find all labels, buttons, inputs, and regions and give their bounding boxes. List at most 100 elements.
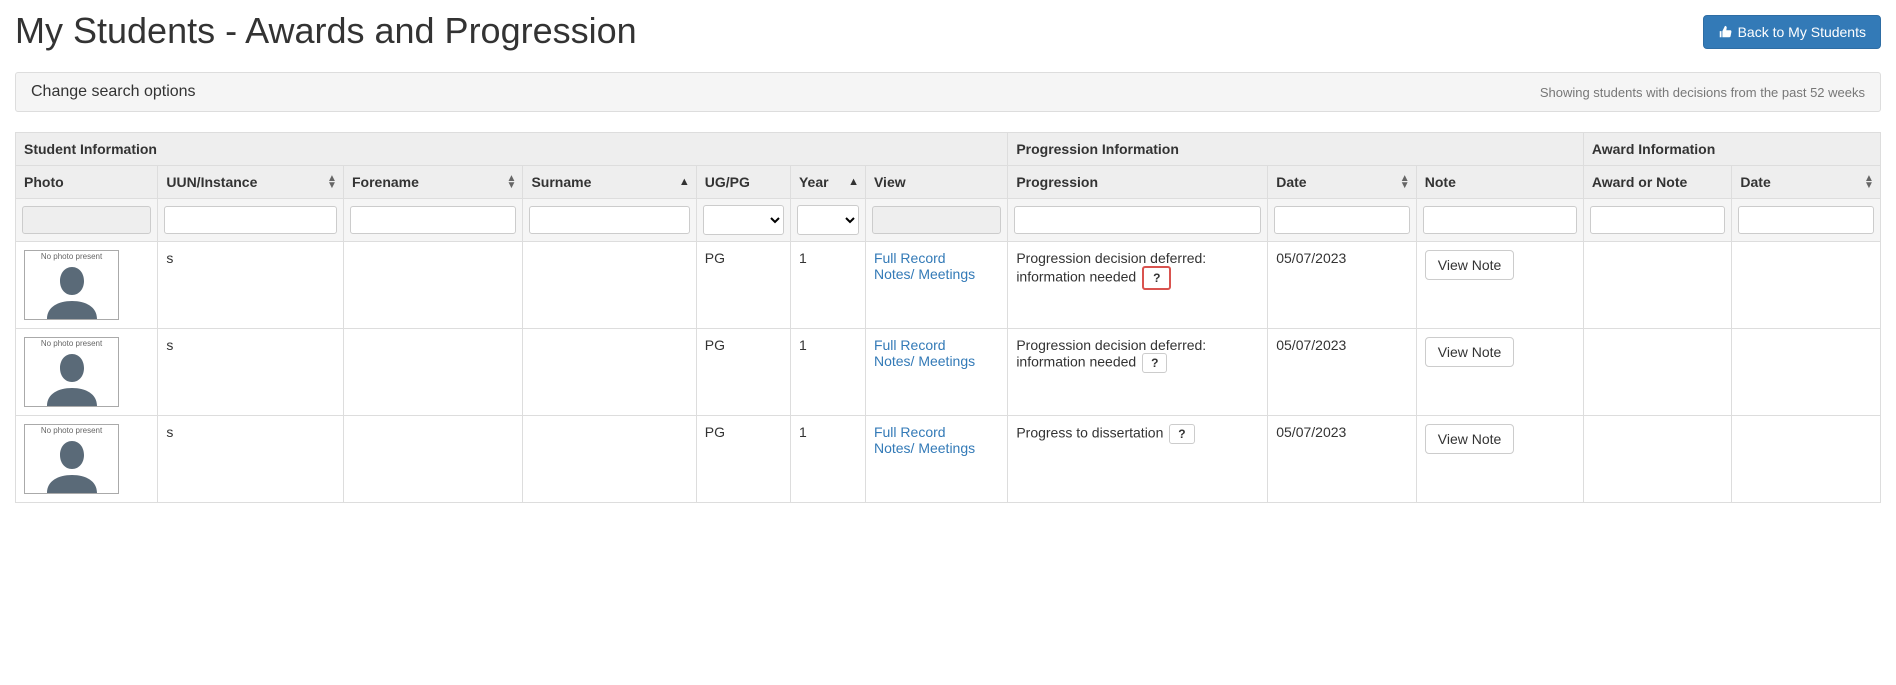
filter-award[interactable] (1590, 206, 1726, 234)
progression-cell: Progression decision deferred: informati… (1008, 329, 1268, 416)
notes-meetings-link[interactable]: Notes/ Meetings (874, 266, 999, 282)
group-header-award: Award Information (1583, 133, 1880, 166)
students-table: Student Information Progression Informat… (15, 132, 1881, 503)
ugpg-cell: PG (696, 242, 790, 329)
photo-placeholder: No photo present (24, 337, 119, 407)
group-header-progression: Progression Information (1008, 133, 1584, 166)
filter-uun[interactable] (164, 206, 337, 234)
col-header-note[interactable]: Note (1416, 166, 1583, 199)
full-record-link[interactable]: Full Record (874, 250, 999, 266)
silhouette-icon (37, 346, 107, 406)
col-header-view[interactable]: View (865, 166, 1007, 199)
photo-cell: No photo present (16, 242, 158, 329)
notes-meetings-link[interactable]: Notes/ Meetings (874, 440, 999, 456)
status-text: Showing students with decisions from the… (1540, 85, 1865, 100)
full-record-link[interactable]: Full Record (874, 337, 999, 353)
photo-placeholder: No photo present (24, 250, 119, 320)
col-header-date[interactable]: Date ▲▼ (1268, 166, 1417, 199)
silhouette-icon (37, 259, 107, 319)
photo-cell: No photo present (16, 329, 158, 416)
filter-photo (22, 206, 151, 234)
view-note-button[interactable]: View Note (1425, 424, 1515, 454)
page-title: My Students - Awards and Progression (15, 10, 637, 52)
surname-cell (523, 329, 696, 416)
sort-asc-icon: ▲ (848, 176, 859, 188)
view-cell: Full RecordNotes/ Meetings (865, 242, 1007, 329)
note-cell: View Note (1416, 416, 1583, 503)
col-header-year[interactable]: Year ▲ (790, 166, 865, 199)
filter-year[interactable] (797, 205, 859, 235)
back-button-label: Back to My Students (1738, 24, 1866, 40)
ugpg-cell: PG (696, 329, 790, 416)
ugpg-cell: PG (696, 416, 790, 503)
progression-text: Progression decision deferred: informati… (1016, 337, 1206, 370)
date-cell: 05/07/2023 (1268, 242, 1417, 329)
filter-date2[interactable] (1738, 206, 1874, 234)
award-cell (1583, 329, 1732, 416)
note-cell: View Note (1416, 242, 1583, 329)
view-cell: Full RecordNotes/ Meetings (865, 329, 1007, 416)
forename-cell (344, 416, 523, 503)
view-note-button[interactable]: View Note (1425, 250, 1515, 280)
filter-ugpg[interactable] (703, 205, 784, 235)
col-header-forename[interactable]: Forename ▲▼ (344, 166, 523, 199)
year-cell: 1 (790, 329, 865, 416)
filter-surname[interactable] (529, 206, 689, 234)
uun-cell: s (158, 242, 344, 329)
view-cell: Full RecordNotes/ Meetings (865, 416, 1007, 503)
forename-cell (344, 329, 523, 416)
progression-text: Progression decision deferred: informati… (1016, 250, 1206, 285)
progression-cell: Progress to dissertation ? (1008, 416, 1268, 503)
forename-cell (344, 242, 523, 329)
sort-icon: ▲▼ (1864, 175, 1874, 189)
filter-date[interactable] (1274, 206, 1410, 234)
col-header-photo[interactable]: Photo (16, 166, 158, 199)
notes-meetings-link[interactable]: Notes/ Meetings (874, 353, 999, 369)
group-header-student: Student Information (16, 133, 1008, 166)
help-icon[interactable]: ? (1142, 266, 1171, 290)
table-row: No photo presentsPG1Full RecordNotes/ Me… (16, 329, 1881, 416)
surname-cell (523, 416, 696, 503)
col-header-ugpg[interactable]: UG/PG (696, 166, 790, 199)
note-cell: View Note (1416, 329, 1583, 416)
thumbs-up-icon (1718, 25, 1732, 39)
date-cell: 05/07/2023 (1268, 329, 1417, 416)
filter-progression[interactable] (1014, 206, 1261, 234)
uun-cell: s (158, 416, 344, 503)
sort-asc-icon: ▲ (679, 176, 690, 188)
col-header-date2[interactable]: Date ▲▼ (1732, 166, 1881, 199)
surname-cell (523, 242, 696, 329)
progression-text: Progress to dissertation (1016, 425, 1163, 441)
progression-cell: Progression decision deferred: informati… (1008, 242, 1268, 329)
col-header-progression[interactable]: Progression (1008, 166, 1268, 199)
view-note-button[interactable]: View Note (1425, 337, 1515, 367)
help-icon[interactable]: ? (1169, 424, 1194, 444)
date-cell: 05/07/2023 (1268, 416, 1417, 503)
photo-cell: No photo present (16, 416, 158, 503)
filter-view (872, 206, 1001, 234)
full-record-link[interactable]: Full Record (874, 424, 999, 440)
sort-icon: ▲▼ (327, 175, 337, 189)
filter-forename[interactable] (350, 206, 516, 234)
help-icon[interactable]: ? (1142, 353, 1167, 373)
award-cell (1583, 416, 1732, 503)
award-cell (1583, 242, 1732, 329)
date2-cell (1732, 416, 1881, 503)
photo-placeholder: No photo present (24, 424, 119, 494)
table-row: No photo presentsPG1Full RecordNotes/ Me… (16, 416, 1881, 503)
filter-note[interactable] (1423, 206, 1577, 234)
back-to-students-button[interactable]: Back to My Students (1703, 15, 1881, 49)
search-options-bar: Change search options Showing students w… (15, 72, 1881, 112)
year-cell: 1 (790, 416, 865, 503)
col-header-uun[interactable]: UUN/Instance ▲▼ (158, 166, 344, 199)
silhouette-icon (37, 433, 107, 493)
year-cell: 1 (790, 242, 865, 329)
sort-icon: ▲▼ (1400, 175, 1410, 189)
date2-cell (1732, 329, 1881, 416)
col-header-surname[interactable]: Surname ▲ (523, 166, 696, 199)
date2-cell (1732, 242, 1881, 329)
col-header-award[interactable]: Award or Note (1583, 166, 1732, 199)
change-search-options-link[interactable]: Change search options (31, 83, 196, 101)
table-row: No photo presentsPG1Full RecordNotes/ Me… (16, 242, 1881, 329)
uun-cell: s (158, 329, 344, 416)
